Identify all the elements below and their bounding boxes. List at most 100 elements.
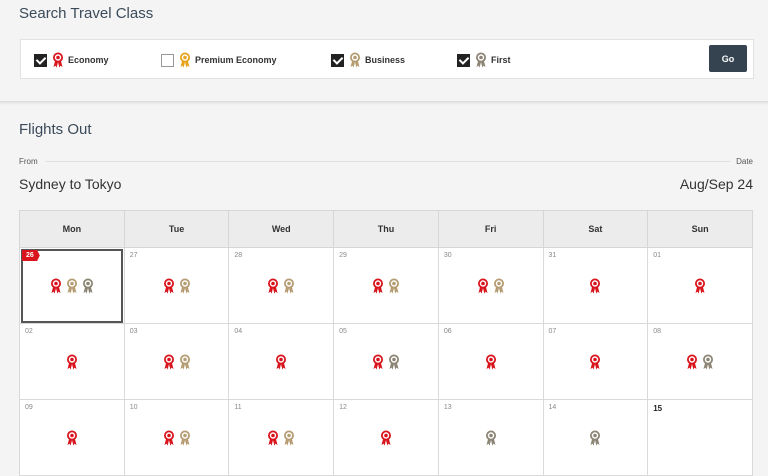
economy-award-icon: [163, 430, 175, 446]
business-award-icon: [283, 430, 295, 446]
day-number: 05: [339, 328, 347, 335]
award-availability: [125, 430, 229, 446]
day-number: 06: [443, 328, 452, 335]
award-availability: [544, 430, 648, 446]
premium-economy-label: Premium Economy: [195, 55, 277, 65]
search-travel-class-title: Search Travel Class: [19, 5, 154, 22]
award-availability: [125, 278, 229, 294]
calendar-day-cell[interactable]: 26: [19, 247, 125, 324]
from-label: From: [19, 157, 38, 166]
business-award-icon: [179, 430, 191, 446]
first-award-icon: [475, 52, 487, 68]
day-number: 29: [339, 252, 347, 259]
day-number: 15: [653, 404, 663, 413]
day-number: 27: [129, 252, 138, 259]
calendar-week-row: 26 27 28 29 30 31 01: [19, 247, 753, 324]
economy-award-icon: [66, 354, 78, 370]
award-availability: [544, 278, 648, 294]
day-number: 02: [25, 328, 33, 335]
day-number: 07: [548, 328, 557, 335]
economy-option[interactable]: Economy: [34, 52, 109, 68]
business-award-icon: [179, 278, 191, 294]
day-number: 03: [129, 328, 138, 335]
weekday-mon: Mon: [19, 210, 125, 248]
calendar-day-cell[interactable]: 04: [228, 323, 335, 400]
award-availability: [334, 430, 438, 446]
day-number: 14: [548, 404, 557, 411]
calendar-day-cell[interactable]: 06: [437, 323, 544, 400]
business-award-icon: [179, 354, 191, 370]
economy-label: Economy: [68, 55, 109, 65]
travel-class-panel: Economy Premium Economy Business First G…: [20, 39, 754, 79]
calendar-day-cell[interactable]: 05: [333, 323, 439, 400]
first-option[interactable]: First: [457, 52, 511, 68]
economy-award-icon: [686, 354, 698, 370]
calendar-day-cell[interactable]: 03: [123, 323, 230, 400]
business-award-icon: [493, 278, 505, 294]
economy-award-icon: [50, 278, 62, 294]
calendar-day-cell[interactable]: 27: [123, 247, 230, 324]
go-button[interactable]: Go: [709, 45, 747, 72]
first-award-icon: [702, 354, 714, 370]
calendar-day-cell[interactable]: 07: [542, 323, 649, 400]
calendar-day-cell[interactable]: 15: [647, 399, 753, 476]
flights-out-section: Flights Out From Date Sydney to Tokyo Au…: [0, 105, 768, 476]
award-availability: [648, 278, 752, 294]
premium-economy-option[interactable]: Premium Economy: [161, 52, 277, 68]
award-availability: [125, 354, 229, 370]
calendar-day-cell[interactable]: 30: [437, 247, 544, 324]
calendar-day-cell[interactable]: 10: [123, 399, 230, 476]
first-award-icon: [82, 278, 94, 294]
weekday-header-row: Mon Tue Wed Thu Fri Sat Sun: [19, 210, 753, 248]
calendar-day-cell[interactable]: 28: [228, 247, 335, 324]
flights-out-title: Flights Out: [19, 121, 92, 138]
economy-award-icon: [380, 430, 392, 446]
calendar-day-cell[interactable]: 11: [228, 399, 335, 476]
day-number: 28: [234, 252, 243, 259]
award-availability: [20, 430, 124, 446]
weekday-thu: Thu: [333, 210, 439, 248]
calendar-week-row: 02 03 04 05 06 07 08: [19, 323, 753, 400]
weekday-sun: Sun: [647, 210, 753, 248]
day-number: 31: [548, 252, 557, 259]
calendar-day-cell[interactable]: 29: [333, 247, 439, 324]
header-rule: [46, 161, 730, 162]
calendar-day-cell[interactable]: 02: [19, 323, 125, 400]
calendar-week-row: 09 10 11 12 13 14 15: [19, 399, 753, 476]
premium-economy-checkbox[interactable]: [161, 53, 174, 67]
award-availability: [229, 278, 333, 294]
calendar-day-cell[interactable]: 09: [19, 399, 125, 476]
day-number: 04: [234, 328, 243, 335]
premium-economy-award-icon: [179, 52, 191, 68]
economy-award-icon: [372, 354, 384, 370]
economy-award-icon: [66, 430, 78, 446]
calendar-grid: Mon Tue Wed Thu Fri Sat Sun 26 27 28 29 30 31…: [19, 210, 753, 476]
economy-award-icon: [589, 354, 601, 370]
day-number: 12: [339, 404, 347, 411]
business-option[interactable]: Business: [331, 52, 405, 68]
day-number: 01: [653, 252, 662, 259]
first-checkbox[interactable]: [457, 53, 470, 67]
economy-award-icon: [589, 278, 601, 294]
first-award-icon: [388, 354, 400, 370]
day-number: 11: [234, 404, 242, 411]
calendar-day-cell[interactable]: 31: [542, 247, 649, 324]
calendar-day-cell[interactable]: 14: [542, 399, 649, 476]
route-text: Sydney to Tokyo: [19, 176, 122, 192]
weekday-fri: Fri: [437, 210, 544, 248]
day-number: 10: [129, 404, 138, 411]
weekday-tue: Tue: [123, 210, 230, 248]
business-checkbox[interactable]: [331, 53, 344, 67]
calendar-day-cell[interactable]: 08: [647, 323, 753, 400]
business-label: Business: [365, 55, 406, 65]
selected-day-tag: 26: [22, 250, 40, 261]
calendar-day-cell[interactable]: 13: [437, 399, 544, 476]
weekday-sat: Sat: [542, 210, 649, 248]
award-availability: [229, 430, 333, 446]
calendar-day-cell[interactable]: 01: [647, 247, 753, 324]
weekday-wed: Wed: [228, 210, 335, 248]
award-availability: [334, 354, 438, 370]
day-number: 13: [443, 404, 452, 411]
calendar-day-cell[interactable]: 12: [333, 399, 439, 476]
economy-checkbox[interactable]: [34, 53, 47, 67]
